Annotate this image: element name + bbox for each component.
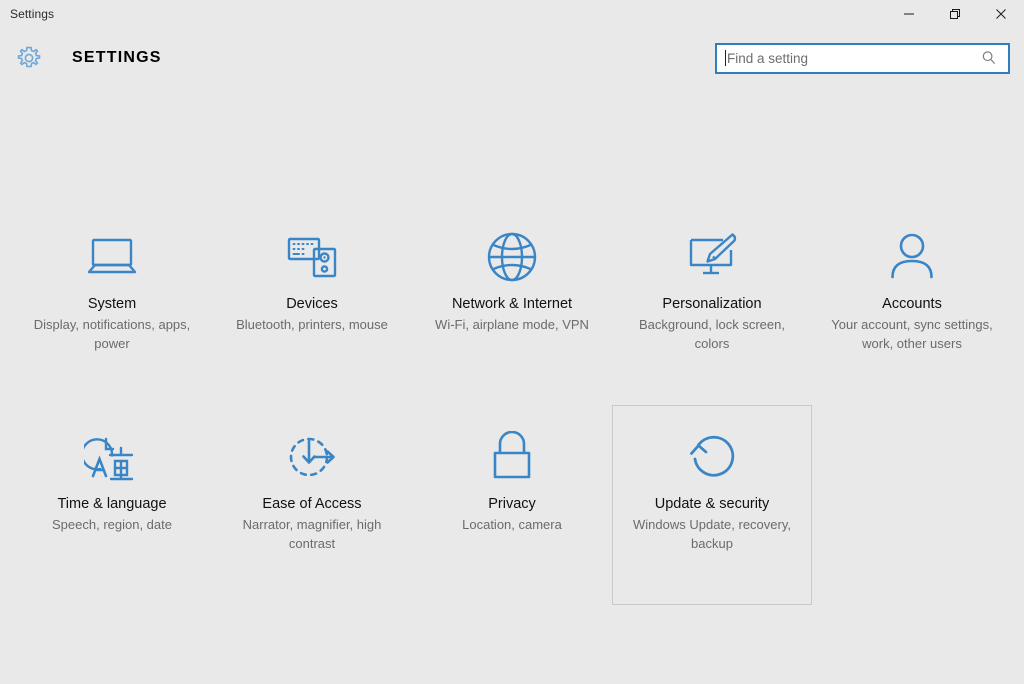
page-title: SETTINGS bbox=[72, 49, 162, 66]
refresh-circle-icon bbox=[686, 426, 738, 488]
minimize-icon bbox=[904, 13, 914, 15]
tile-devices[interactable]: Devices Bluetooth, printers, mouse bbox=[212, 205, 412, 405]
tile-title: Time & language bbox=[57, 496, 167, 512]
tile-title: Accounts bbox=[882, 296, 942, 312]
person-icon bbox=[886, 226, 938, 288]
tile-system[interactable]: System Display, notifications, apps, pow… bbox=[12, 205, 212, 405]
tile-ease-of-access[interactable]: Ease of Access Narrator, magnifier, high… bbox=[212, 405, 412, 605]
settings-window: Settings SETTINGS Find a setting System … bbox=[0, 0, 1024, 684]
settings-tile-grid: System Display, notifications, apps, pow… bbox=[12, 205, 1012, 605]
minimize-button[interactable] bbox=[886, 0, 932, 28]
search-icon[interactable] bbox=[980, 50, 998, 66]
tile-subtitle: Display, notifications, apps, power bbox=[33, 317, 191, 351]
tile-time-language[interactable]: Time & language Speech, region, date bbox=[12, 405, 212, 605]
close-icon bbox=[996, 9, 1006, 19]
laptop-icon bbox=[83, 226, 141, 288]
restore-icon bbox=[950, 9, 960, 19]
app-header: SETTINGS bbox=[0, 28, 1024, 88]
title-bar: Settings bbox=[0, 0, 1024, 28]
keyboard-device-icon bbox=[283, 226, 341, 288]
window-title: Settings bbox=[10, 7, 55, 21]
tile-title: Ease of Access bbox=[262, 496, 362, 512]
tile-subtitle: Location, camera bbox=[462, 517, 562, 532]
tile-personalization[interactable]: Personalization Background, lock screen,… bbox=[612, 205, 812, 405]
restore-button[interactable] bbox=[932, 0, 978, 28]
tile-update-security[interactable]: Update & security Windows Update, recove… bbox=[612, 405, 812, 605]
tile-network-internet[interactable]: Network & Internet Wi-Fi, airplane mode,… bbox=[412, 205, 612, 405]
lock-icon bbox=[487, 426, 537, 488]
search-input[interactable] bbox=[726, 44, 980, 72]
tile-subtitle: Background, lock screen, colors bbox=[639, 317, 785, 351]
tile-title: Personalization bbox=[662, 296, 762, 312]
tile-privacy[interactable]: Privacy Location, camera bbox=[412, 405, 612, 605]
tile-subtitle: Windows Update, recovery, backup bbox=[633, 517, 791, 551]
tile-subtitle: Wi-Fi, airplane mode, VPN bbox=[435, 317, 589, 332]
ease-of-access-icon bbox=[284, 426, 340, 488]
close-button[interactable] bbox=[978, 0, 1024, 28]
search-box[interactable] bbox=[715, 42, 1010, 74]
tile-title: Update & security bbox=[654, 496, 770, 512]
clock-language-icon bbox=[84, 426, 140, 488]
settings-content: System Display, notifications, apps, pow… bbox=[0, 88, 1024, 684]
gear-icon bbox=[12, 41, 46, 75]
tile-title: Privacy bbox=[488, 496, 536, 512]
tile-title: System bbox=[87, 296, 137, 312]
window-controls bbox=[886, 0, 1024, 28]
tile-subtitle: Your account, sync settings, work, other… bbox=[831, 317, 993, 351]
globe-icon bbox=[486, 226, 538, 288]
tile-title: Network & Internet bbox=[451, 296, 573, 312]
tile-subtitle: Speech, region, date bbox=[52, 517, 172, 532]
tile-subtitle: Narrator, magnifier, high contrast bbox=[242, 517, 382, 551]
tile-subtitle: Bluetooth, printers, mouse bbox=[236, 317, 388, 332]
tile-title: Devices bbox=[286, 296, 338, 312]
monitor-brush-icon bbox=[683, 226, 741, 288]
tile-accounts[interactable]: Accounts Your account, sync settings, wo… bbox=[812, 205, 1012, 405]
